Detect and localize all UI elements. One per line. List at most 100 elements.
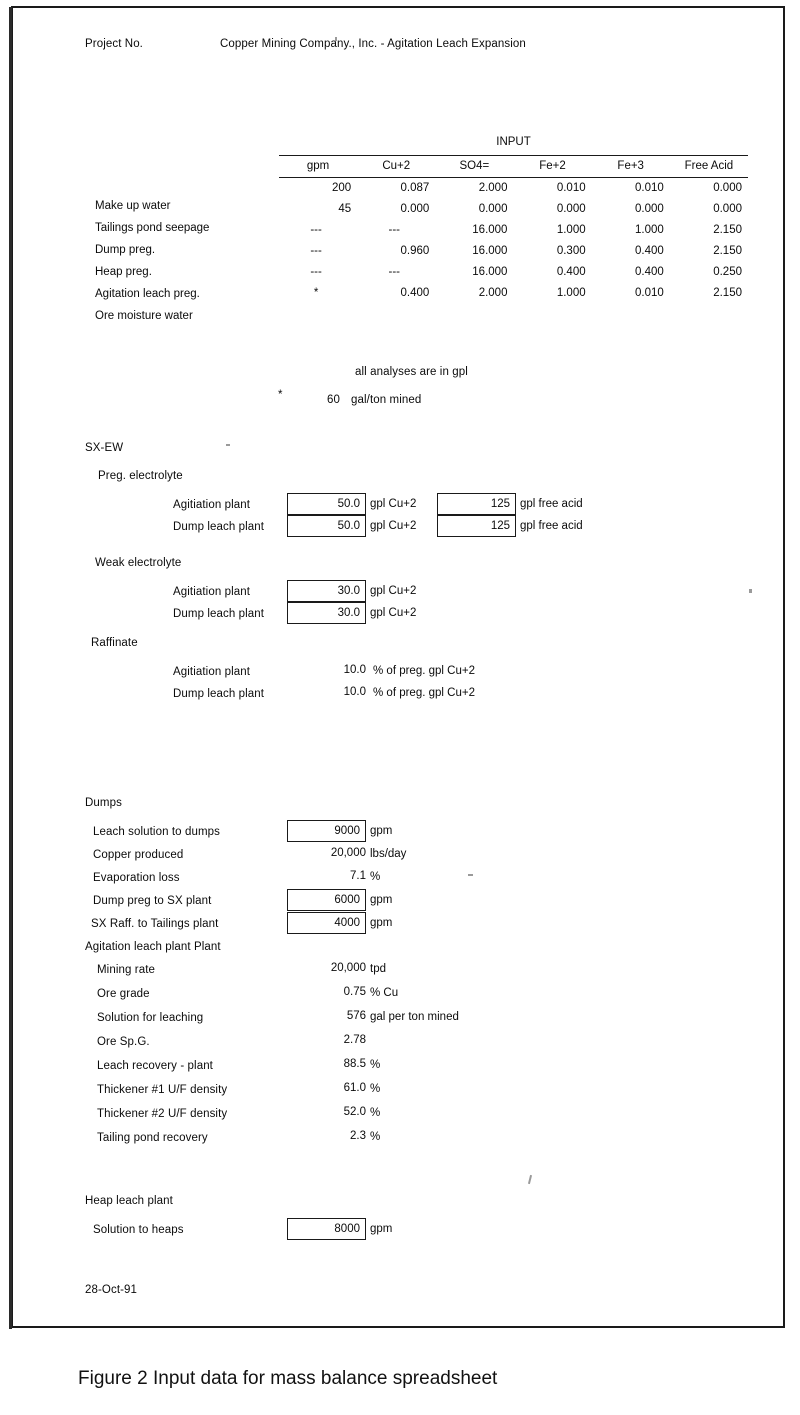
subsection-heading-raffinate: Raffinate bbox=[91, 637, 138, 649]
cell-value[interactable]: 0.000 bbox=[513, 198, 591, 219]
cell-value[interactable]: 2.150 bbox=[670, 219, 748, 240]
cell-value[interactable]: 16.000 bbox=[435, 219, 513, 240]
cell-value[interactable]: 0.400 bbox=[592, 240, 670, 261]
unit-weak-agitation-cu: gpl Cu+2 bbox=[370, 585, 417, 597]
unit-solution-to-heaps: gpm bbox=[370, 1223, 393, 1235]
column-header-fe2: Fe+2 bbox=[539, 160, 566, 173]
value-evaporation-loss: 7.1 bbox=[350, 870, 366, 882]
label-sx-raff-to-tailings-plant: SX Raff. to Tailings plant bbox=[91, 918, 219, 930]
label-leach-recovery-plant: Leach recovery - plant bbox=[97, 1060, 213, 1072]
label-leach-solution-to-dumps: Leach solution to dumps bbox=[93, 826, 220, 838]
unit-leach-recovery-plant: % bbox=[370, 1059, 381, 1071]
unit-dump-preg-to-sx-plant: gpm bbox=[370, 894, 393, 906]
subsection-heading-preg-electrolyte: Preg. electrolyte bbox=[98, 470, 183, 482]
label-mining-rate: Mining rate bbox=[97, 964, 155, 976]
value-solution-for-leaching: 576 bbox=[346, 1010, 366, 1022]
document-page-frame: Project No. Copper Mining Company., Inc.… bbox=[9, 6, 785, 1329]
input-sx-raff-to-tailings-plant[interactable]: 4000 bbox=[287, 912, 366, 934]
cell-value[interactable]: 0.010 bbox=[592, 177, 670, 198]
cell-value: --- bbox=[310, 244, 322, 257]
scan-speck bbox=[749, 589, 752, 593]
unit-preg-dump-acid: gpl free acid bbox=[520, 520, 583, 532]
input-preg-agitation-cu[interactable]: 50.0 bbox=[287, 493, 366, 515]
input-preg-agitation-acid[interactable]: 125 bbox=[437, 493, 516, 515]
section-heading-agitation-leach-plant: Agitation leach plant Plant bbox=[85, 941, 221, 953]
row-label-heap-preg: Heap preg. bbox=[95, 266, 152, 278]
unit-evaporation-loss: % bbox=[370, 871, 381, 883]
unit-preg-agitation-acid: gpl free acid bbox=[520, 498, 583, 510]
unit-sx-raff-to-tailings-plant: gpm bbox=[370, 917, 393, 929]
input-weak-dump-cu[interactable]: 30.0 bbox=[287, 602, 366, 624]
cell-value[interactable]: 0.000 bbox=[670, 177, 748, 198]
unit-preg-dump-cu: gpl Cu+2 bbox=[370, 520, 417, 532]
cell-value[interactable]: 45 bbox=[279, 198, 357, 219]
column-header-fe3: Fe+3 bbox=[617, 160, 644, 173]
scan-speck bbox=[468, 874, 473, 876]
note-all-analyses-gpl: all analyses are in gpl bbox=[355, 366, 468, 378]
cell-star-marker: * bbox=[313, 286, 319, 299]
cell-value[interactable]: 2.000 bbox=[435, 177, 513, 198]
label-solution-for-leaching: Solution for leaching bbox=[97, 1012, 204, 1024]
table-row: --- --- 16.000 0.400 0.400 0.250 bbox=[279, 261, 748, 282]
cell-value[interactable]: 0.960 bbox=[357, 240, 435, 261]
label-evaporation-loss: Evaporation loss bbox=[93, 872, 180, 884]
cell-value[interactable]: 1.000 bbox=[592, 219, 670, 240]
section-heading-heap-leach-plant: Heap leach plant bbox=[85, 1195, 173, 1207]
cell-value[interactable]: 2.150 bbox=[670, 240, 748, 261]
input-preg-dump-acid[interactable]: 125 bbox=[437, 515, 516, 537]
cell-value[interactable]: 0.000 bbox=[435, 198, 513, 219]
unit-mining-rate: tpd bbox=[370, 963, 386, 975]
input-dump-preg-to-sx-plant[interactable]: 6000 bbox=[287, 889, 366, 911]
cell-value[interactable]: 0.010 bbox=[592, 282, 670, 303]
label-preg-dump-leach-plant: Dump leach plant bbox=[173, 521, 265, 533]
project-number-label: Project No. bbox=[85, 38, 143, 50]
unit-solution-for-leaching: gal per ton mined bbox=[370, 1011, 459, 1023]
value-thickener-2-uf-density: 52.0 bbox=[343, 1106, 366, 1118]
label-thickener-1-uf-density: Thickener #1 U/F density bbox=[97, 1084, 228, 1096]
cell-value[interactable]: 0.400 bbox=[513, 261, 591, 282]
input-preg-dump-cu[interactable]: 50.0 bbox=[287, 515, 366, 537]
input-solution-to-heaps[interactable]: 8000 bbox=[287, 1218, 366, 1240]
cell-value[interactable]: 1.000 bbox=[513, 282, 591, 303]
subsection-heading-weak-electrolyte: Weak electrolyte bbox=[95, 557, 182, 569]
row-label-make-up-water: Make up water bbox=[95, 200, 171, 212]
label-ore-grade: Ore grade bbox=[97, 988, 150, 1000]
cell-value[interactable]: 16.000 bbox=[435, 261, 513, 282]
cell-value[interactable]: 0.087 bbox=[357, 177, 435, 198]
cell-value[interactable]: 0.400 bbox=[357, 282, 435, 303]
value-ore-grade: 0.75 bbox=[343, 986, 366, 998]
row-label-agitation-leach-preg: Agitation leach preg. bbox=[95, 288, 200, 300]
value-tailing-pond-recovery: 2.3 bbox=[350, 1130, 366, 1142]
cell-value[interactable]: 2.000 bbox=[435, 282, 513, 303]
cell-value[interactable]: 0.000 bbox=[670, 198, 748, 219]
cell-value[interactable]: 1.000 bbox=[513, 219, 591, 240]
cell-value[interactable]: 0.300 bbox=[513, 240, 591, 261]
input-weak-agitation-cu[interactable]: 30.0 bbox=[287, 580, 366, 602]
cell-value: --- bbox=[388, 265, 400, 278]
cell-value[interactable]: 0.010 bbox=[513, 177, 591, 198]
unit-raff-agitation: % of preg. gpl Cu+2 bbox=[373, 665, 475, 677]
cell-value[interactable]: 200 bbox=[279, 177, 357, 198]
scan-speck bbox=[527, 1174, 533, 1185]
section-heading-sxew: SX-EW bbox=[85, 442, 124, 454]
cell-value: --- bbox=[310, 265, 322, 278]
value-ore-sp-g: 2.78 bbox=[343, 1034, 366, 1046]
cell-value[interactable]: 16.000 bbox=[435, 240, 513, 261]
label-copper-produced: Copper produced bbox=[93, 849, 184, 861]
cell-value[interactable]: 0.000 bbox=[592, 198, 670, 219]
footnote-gal-per-ton-unit: gal/ton mined bbox=[351, 394, 422, 406]
column-header-so4: SO4= bbox=[459, 160, 490, 173]
row-label-ore-moisture-water: Ore moisture water bbox=[95, 310, 193, 322]
input-data-grid: gpm Cu+2 SO4= Fe+2 Fe+3 Free Acid 200 0.… bbox=[279, 156, 748, 303]
label-raff-dump-leach-plant: Dump leach plant bbox=[173, 688, 265, 700]
input-table-header-row: gpm Cu+2 SO4= Fe+2 Fe+3 Free Acid bbox=[279, 156, 748, 177]
cell-value[interactable]: 0.250 bbox=[670, 261, 748, 282]
cell-value[interactable]: 0.400 bbox=[592, 261, 670, 282]
label-ore-sp-g: Ore Sp.G. bbox=[97, 1036, 150, 1048]
cell-value[interactable]: 0.000 bbox=[357, 198, 435, 219]
scan-speck bbox=[335, 37, 337, 41]
input-leach-solution-to-dumps[interactable]: 9000 bbox=[287, 820, 366, 842]
cell-value[interactable]: 2.150 bbox=[670, 282, 748, 303]
label-solution-to-heaps: Solution to heaps bbox=[93, 1224, 184, 1236]
unit-copper-produced: lbs/day bbox=[370, 848, 407, 860]
